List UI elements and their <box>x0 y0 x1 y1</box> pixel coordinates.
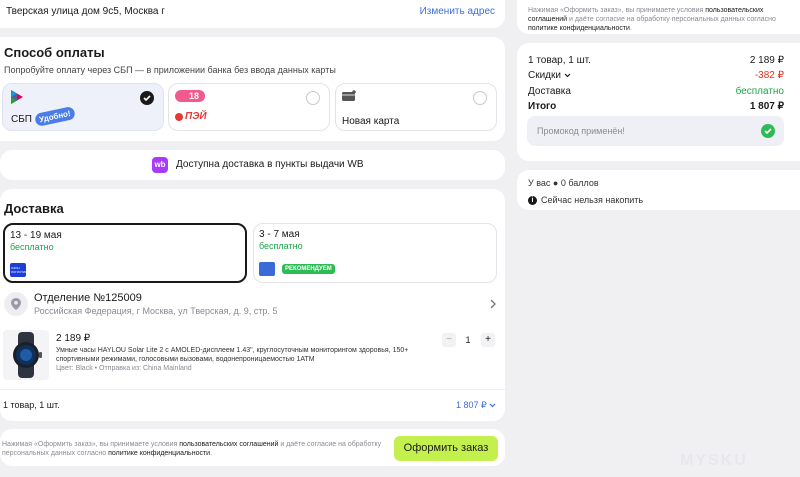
summary-row-total: Итого 1 807 ₽ <box>528 101 784 112</box>
summary-label: 1 товар, 1 шт. <box>528 55 591 66</box>
agreement-text: и даёте согласие на обработку персональн… <box>567 16 776 23</box>
product-image[interactable] <box>3 330 49 380</box>
chevron-down-icon <box>489 403 496 408</box>
checkout-footer: Нажимая «Оформить заказ», вы принимаете … <box>0 429 505 466</box>
card-icon <box>342 90 356 101</box>
summary-row-discounts[interactable]: Скидки -382 ₽ <box>528 70 784 81</box>
check-icon <box>143 95 151 102</box>
sidebar-agreement: Нажимая «Оформить заказ», вы принимаете … <box>528 6 796 33</box>
summary-label: Скидки <box>528 70 561 81</box>
chevron-right-icon <box>490 299 496 309</box>
wb-logo-icon: wb <box>152 157 168 173</box>
accrual-text: Сейчас нельзя накопить <box>541 195 644 205</box>
delivery-dates: 13 - 19 мая <box>10 230 62 241</box>
delivery-option-2[interactable]: 3 - 7 мая бесплатно РЕКОМЕНДУЕМ <box>253 223 497 283</box>
delivery-price: бесплатно <box>259 241 303 251</box>
summary-value: 2 189 ₽ <box>749 55 784 66</box>
place-order-button[interactable]: Оформить заказ <box>394 436 498 461</box>
delivery-dates: 3 - 7 мая <box>259 229 300 240</box>
delivery-option-1[interactable]: 13 - 19 мая бесплатно ОЗОН ЛОГИСТИКА <box>3 223 247 283</box>
sbp-icon <box>11 90 23 104</box>
carrier-logo <box>259 262 275 276</box>
product-price: 2 189 ₽ <box>56 333 91 344</box>
qty-plus-button[interactable]: + <box>481 333 495 347</box>
points-card: У вас ● 0 баллов i Сейчас нельзя накопит… <box>517 170 800 210</box>
new-card-label: Новая карта <box>342 116 400 127</box>
qty-value[interactable]: 1 <box>461 333 475 347</box>
points-balance: У вас ● 0 баллов <box>528 178 599 188</box>
payment-option-sbp[interactable]: СБП Удобно! <box>2 83 164 131</box>
payment-option-pay[interactable]: 18 ПЭЙ <box>168 83 330 131</box>
pickup-name: Отделение №125009 <box>34 292 142 304</box>
check-circle-icon <box>761 124 775 138</box>
summary-row-items: 1 товар, 1 шт. 2 189 ₽ <box>528 55 784 66</box>
watermark-logo: MYSKU <box>680 452 748 469</box>
location-pin-icon <box>4 292 28 316</box>
sbp-badge: Удобно! <box>34 106 76 127</box>
pay-badge: 18 <box>175 90 206 102</box>
agreement-text: Нажимая «Оформить заказ», вы принимаете … <box>528 7 706 14</box>
payment-option-new-card[interactable]: Новая карта <box>335 83 497 131</box>
promo-status: Промокод применён! <box>537 126 625 136</box>
summary-label: Доставка <box>528 86 571 97</box>
summary-row-delivery: Доставка бесплатно <box>528 86 784 97</box>
promo-code-field[interactable]: Промокод применён! <box>527 116 784 146</box>
product-description[interactable]: Умные часы HAYLOU Solar Lite 2 с AMOLED-… <box>56 347 431 364</box>
summary-value: бесплатно <box>735 86 784 97</box>
chevron-down-icon <box>564 73 571 78</box>
new-card-radio[interactable] <box>473 91 487 105</box>
summary-value: 1 807 ₽ <box>749 101 784 112</box>
pickup-address: Российская Федерация, г Москва, ул Тверс… <box>34 306 278 316</box>
product-meta: Цвет: Black • Отправка из: China Mainlan… <box>56 365 192 372</box>
sbp-label: СБП <box>11 114 32 125</box>
user-agreement-link[interactable]: пользовательских соглашений <box>179 441 278 448</box>
ozon-logistics-logo: ОЗОН ЛОГИСТИКА <box>10 263 26 277</box>
payment-subtitle: Попробуйте оплату через СБП — в приложен… <box>4 65 336 75</box>
sbp-radio[interactable] <box>140 91 154 105</box>
summary-value: -382 ₽ <box>754 70 784 81</box>
pay-radio[interactable] <box>306 91 320 105</box>
address-text: Тверская улица дом 9с5, Москва г <box>6 6 165 17</box>
product-row: 2 189 ₽ Умные часы HAYLOU Solar Lite 2 с… <box>3 330 500 382</box>
agreement-text: . <box>210 450 213 457</box>
pay-circle-icon <box>175 113 183 121</box>
pickup-point[interactable]: Отделение №125009 Российская Федерация, … <box>4 290 500 318</box>
delivery-divider <box>0 389 505 390</box>
recommended-badge: РЕКОМЕНДУЕМ <box>282 264 335 274</box>
delivery-price: бесплатно <box>10 242 54 252</box>
summary-label: Итого <box>528 101 557 112</box>
agreement-text: . <box>629 25 632 32</box>
privacy-policy-link[interactable]: политике конфиденциальности <box>528 25 630 32</box>
agreement-text: Нажимая «Оформить заказ», вы принимаете … <box>2 441 180 448</box>
wb-banner[interactable]: wb Доступна доставка в пункты выдачи WB <box>0 150 505 180</box>
items-total-toggle[interactable]: 1 807 ₽ <box>456 400 496 411</box>
info-icon[interactable]: i <box>528 195 537 205</box>
footer-agreement: Нажимая «Оформить заказ», вы принимаете … <box>2 440 382 458</box>
delivery-title: Доставка <box>4 201 64 216</box>
items-count: 1 товар, 1 шт. <box>3 400 60 410</box>
points-accrual: i Сейчас нельзя накопить <box>528 195 643 205</box>
address-card: Тверская улица дом 9с5, Москва г Изменит… <box>0 0 505 28</box>
sidebar-agreement-card: Нажимая «Оформить заказ», вы принимаете … <box>517 0 800 34</box>
items-total: 1 807 ₽ <box>456 400 487 410</box>
change-address-link[interactable]: Изменить адрес <box>420 6 495 17</box>
wb-banner-text: Доступна доставка в пункты выдачи WB <box>176 159 364 170</box>
privacy-policy-link[interactable]: политике конфиденциальности <box>108 450 210 457</box>
discounts-toggle[interactable]: Скидки <box>528 70 571 81</box>
qty-minus-button[interactable]: − <box>442 333 456 347</box>
payment-title: Способ оплаты <box>4 45 105 60</box>
